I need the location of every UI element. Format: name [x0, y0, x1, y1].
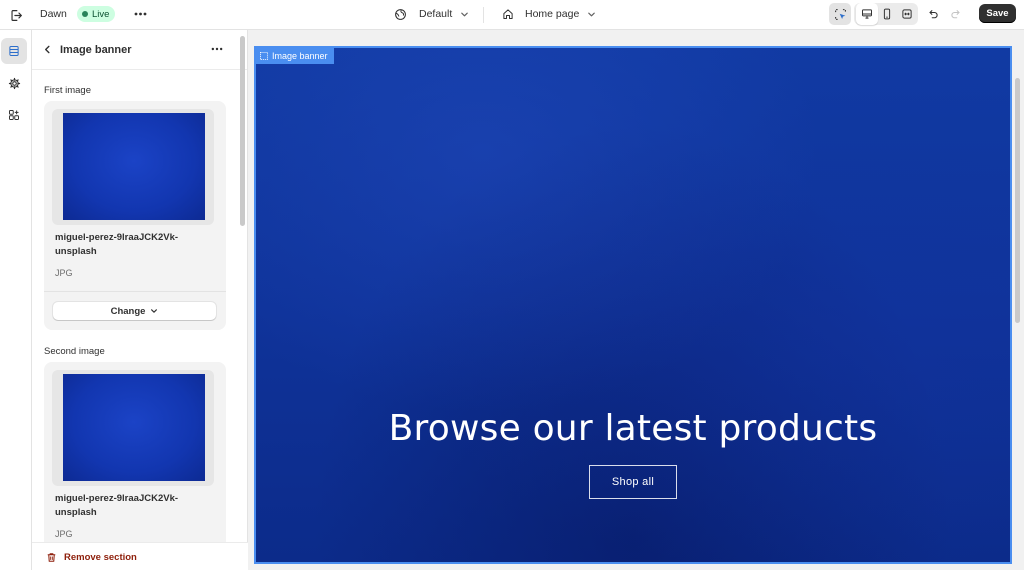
chevron-down-icon	[588, 12, 596, 16]
preset-label: Default	[419, 8, 453, 20]
second-image-label: Second image	[44, 346, 105, 357]
undo-icon	[929, 10, 938, 19]
first-image-picker: miguel-perez-9lraaJCK2Vk-unsplash JPG Ch…	[44, 101, 226, 330]
live-dot-icon	[82, 11, 88, 17]
second-image-thumbnail-frame[interactable]	[52, 370, 214, 486]
second-image-picker: miguel-perez-9lraaJCK2Vk-unsplash JPG	[44, 362, 226, 570]
banner-heading: Browse our latest products	[388, 408, 878, 449]
home-icon	[503, 9, 513, 19]
live-status-badge: Live	[77, 6, 116, 22]
preset-selector[interactable]: Default	[394, 5, 469, 23]
exit-button[interactable]	[6, 5, 26, 25]
change-image-label: Change	[110, 305, 146, 317]
first-image-thumbnail-frame[interactable]	[52, 109, 214, 225]
image-banner-section-preview[interactable]: Image banner Browse our latest products …	[254, 46, 1012, 564]
live-status-label: Live	[92, 8, 110, 20]
section-more-actions-button[interactable]	[208, 42, 226, 56]
undo-button[interactable]	[922, 3, 944, 25]
more-horizontal-icon	[211, 47, 223, 51]
remove-section-button[interactable]: Remove section	[46, 552, 137, 563]
remove-section-label: Remove section	[64, 552, 137, 563]
select-inspector-icon	[834, 8, 846, 20]
globe-icon	[395, 8, 406, 20]
second-image-file-type: JPG	[55, 529, 73, 539]
redo-icon	[951, 10, 960, 19]
second-image-file-name: miguel-perez-9lraaJCK2Vk-unsplash	[55, 493, 179, 518]
sections-nav-button[interactable]	[1, 38, 27, 64]
shop-all-button[interactable]: Shop all	[589, 465, 677, 499]
panel-scrollbar[interactable]	[240, 36, 245, 226]
first-image-file-name: miguel-perez-9lraaJCK2Vk-unsplash	[55, 232, 179, 257]
page-label: Home page	[525, 8, 580, 20]
first-image-file-type: JPG	[55, 268, 73, 278]
topbar-divider	[483, 7, 484, 23]
gear-icon	[8, 77, 20, 89]
card-divider	[44, 291, 226, 292]
redo-button[interactable]	[945, 3, 967, 25]
section-selection-tag: Image banner	[256, 48, 334, 64]
theme-name: Dawn	[40, 8, 67, 20]
fullwidth-preview-button[interactable]	[896, 3, 918, 25]
section-grid-icon	[260, 52, 268, 60]
change-image-button[interactable]: Change	[53, 302, 216, 320]
fullwidth-icon	[902, 9, 912, 19]
save-button[interactable]: Save	[979, 4, 1016, 23]
mobile-icon	[883, 8, 891, 20]
panel-footer: Remove section	[32, 542, 248, 570]
inspector-toggle-button[interactable]	[829, 3, 851, 25]
sections-icon	[9, 46, 19, 56]
preview-scrollbar[interactable]	[1015, 78, 1020, 323]
theme-more-actions-button[interactable]	[130, 5, 150, 23]
exit-icon	[10, 9, 22, 21]
panel-header: Image banner	[32, 30, 247, 70]
first-image-thumbnail	[63, 113, 205, 220]
chevron-down-icon	[461, 12, 469, 16]
left-rail	[0, 30, 32, 570]
chevron-left-icon	[44, 45, 50, 53]
section-settings-panel: Image banner First image miguel-perez-9l…	[32, 30, 248, 570]
chevron-down-icon	[151, 309, 158, 313]
second-image-thumbnail	[63, 374, 205, 481]
apps-nav-button[interactable]	[1, 102, 27, 128]
first-image-label: First image	[44, 85, 91, 96]
mobile-preview-button[interactable]	[876, 3, 898, 25]
more-horizontal-icon	[134, 12, 146, 16]
apps-icon	[9, 110, 19, 120]
back-button[interactable]	[40, 42, 54, 56]
section-selection-label: Image banner	[272, 51, 328, 61]
panel-title: Image banner	[60, 44, 132, 56]
device-preview-group	[854, 3, 918, 25]
top-bar: Dawn Live Default Home page Save	[0, 0, 1024, 30]
trash-icon	[47, 553, 56, 562]
desktop-icon	[862, 9, 872, 19]
page-selector[interactable]: Home page	[502, 5, 596, 23]
desktop-preview-button[interactable]	[856, 3, 878, 25]
theme-settings-nav-button[interactable]	[1, 70, 27, 96]
